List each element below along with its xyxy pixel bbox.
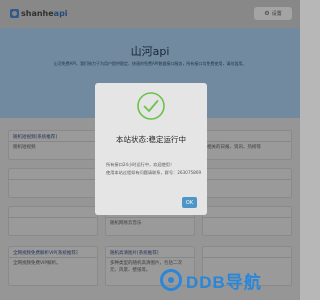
modal-title: 本站状态:稳定运行中 <box>115 135 187 144</box>
modal-message-line: 所有接口24小时运行中，欢迎使用！ <box>106 162 175 167</box>
watermark-text: DDB导航 <box>186 272 262 292</box>
status-modal: 本站状态:稳定运行中 所有接口24小时运行中，欢迎使用！ 使用本站过程如有问题请… <box>95 83 207 215</box>
modal-contact-line: 使用本站过程如有问题请联系，群号：263075869 <box>106 170 202 175</box>
watermark-logo-icon <box>160 269 182 291</box>
success-check-icon <box>137 92 165 120</box>
ok-button[interactable]: OK <box>182 197 197 208</box>
watermark: DDB导航 <box>160 268 290 292</box>
